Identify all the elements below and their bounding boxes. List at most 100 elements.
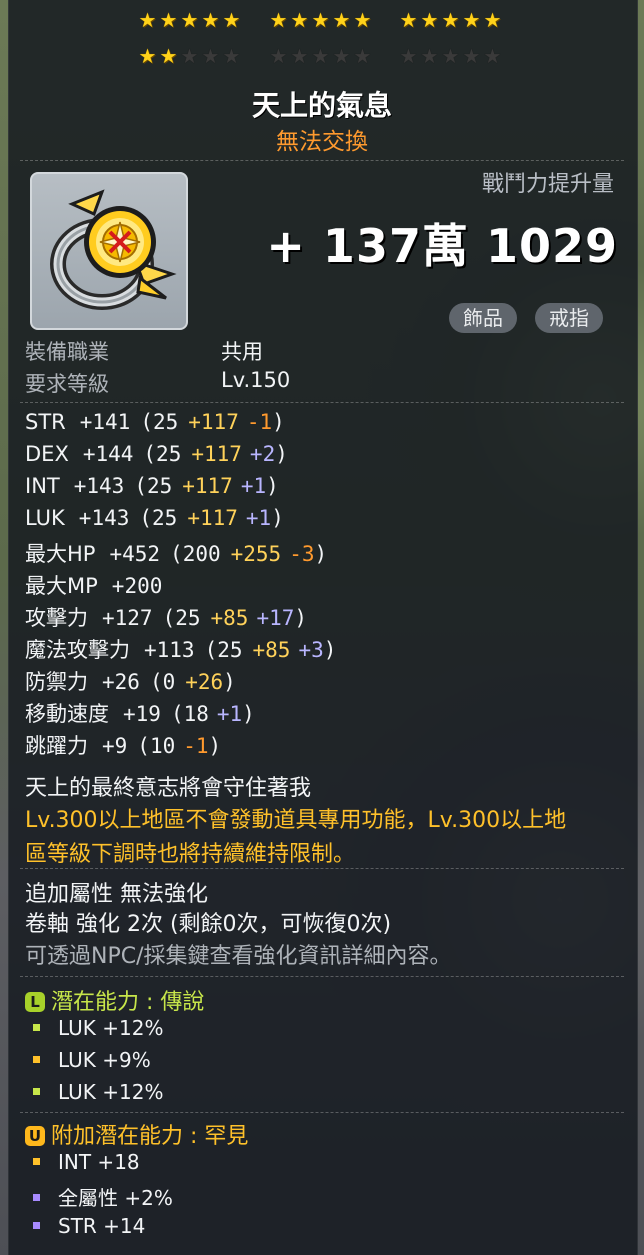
- stat-base: (18: [170, 702, 209, 726]
- potential-line-text: LUK +9%: [58, 1048, 151, 1072]
- potential-line: LUK +9%: [25, 1048, 151, 1072]
- potential-line: LUK +12%: [25, 1016, 163, 1040]
- star-filled-icon: ★: [222, 8, 241, 32]
- star-filled-icon: ★: [483, 8, 502, 32]
- stat-total: +141: [79, 410, 131, 434]
- star-filled-icon: ★: [441, 8, 460, 32]
- stat-total: +9: [102, 734, 128, 758]
- potential-line: STR +14: [25, 1214, 145, 1238]
- ring-icon: [50, 189, 177, 310]
- stat-bonus: +26: [185, 670, 224, 694]
- stat-modifier: +1: [245, 506, 272, 530]
- stat-name: 魔法攻擊力: [25, 638, 130, 662]
- warning-text-line1: Lv.300以上地區不會發動道具專用功能，Lv.300以上地: [25, 808, 567, 833]
- additional-potential-title: 附加潛在能力 : 罕見: [51, 1124, 249, 1149]
- stat-total: +143: [78, 506, 130, 530]
- stat-total: +200: [111, 574, 163, 598]
- stat-close-paren: ): [272, 410, 285, 434]
- potential-line: INT +18: [25, 1150, 140, 1174]
- stat-modifier: +1: [240, 474, 267, 498]
- bullet-icon: [33, 1056, 40, 1063]
- enhance-hint: 可透過NPC/採集鍵查看強化資訊詳細內容。: [25, 944, 452, 969]
- bullet-icon: [33, 1024, 40, 1031]
- stat-modifier: -1: [183, 734, 209, 758]
- stat-total: +113: [144, 638, 195, 662]
- combat-power-value: + 137萬 1029: [266, 219, 618, 273]
- potential-title: 潛在能力 : 傳說: [51, 990, 205, 1015]
- req-level-label: 要求等級: [25, 372, 109, 396]
- stat-close-paren: ): [323, 638, 337, 662]
- stat-close-paren: ): [242, 702, 255, 726]
- bullet-icon: [33, 1088, 40, 1095]
- stat-row: INT +143 (25 +117 +1): [25, 474, 279, 498]
- warning-text-line2: 區等級下調時也將持續維持限制。: [25, 842, 356, 867]
- stat-bonus: +117: [191, 442, 242, 466]
- stat-bonus: +117: [187, 506, 238, 530]
- stat-close-paren: ): [271, 506, 284, 530]
- stat-close-paren: ): [294, 606, 308, 630]
- stat-total: +144: [82, 442, 134, 466]
- stat-close-paren: ): [314, 542, 328, 566]
- star-empty-icon: ★: [420, 44, 439, 68]
- star-empty-icon: ★: [201, 44, 220, 68]
- stat-base: (200: [170, 542, 221, 566]
- stat-name: LUK: [25, 506, 65, 530]
- stat-modifier: +2: [249, 442, 276, 466]
- tag-ring: 戒指: [535, 303, 603, 333]
- stat-bonus: +117: [188, 410, 239, 434]
- req-level: 要求等級 Lv.150: [25, 368, 290, 398]
- star-force-row-1: ★ ★ ★ ★ ★ ★ ★ ★ ★ ★ ★ ★ ★ ★ ★: [0, 10, 644, 38]
- divider: [20, 976, 624, 977]
- star-empty-icon: ★: [269, 44, 288, 68]
- legendary-icon: L: [25, 992, 45, 1012]
- stat-close-paren: ): [208, 734, 222, 758]
- stat-row: LUK +143 (25 +117 +1): [25, 506, 284, 530]
- star-empty-icon: ★: [399, 44, 418, 68]
- stat-name: 防禦力: [25, 670, 88, 694]
- potential-line-text: STR +14: [58, 1214, 146, 1238]
- stat-base: (25: [204, 638, 243, 662]
- divider: [20, 868, 624, 869]
- stat-row: 魔法攻擊力 +113 (25 +85 +3): [25, 634, 336, 664]
- star-filled-icon: ★: [159, 44, 178, 68]
- stat-modifier: +17: [256, 606, 295, 630]
- potential-header: L 潛在能力 : 傳說: [25, 984, 204, 1016]
- stat-base: (25: [134, 474, 173, 498]
- potential-line: LUK +12%: [25, 1080, 163, 1104]
- stat-name: 攻擊力: [25, 606, 88, 630]
- star-filled-icon: ★: [399, 8, 418, 32]
- divider: [20, 402, 624, 403]
- stat-name: DEX: [25, 442, 69, 466]
- star-empty-icon: ★: [441, 44, 460, 68]
- stat-total: +452: [109, 542, 161, 566]
- trade-status: 無法交換: [276, 129, 368, 155]
- stat-name: STR: [25, 410, 66, 434]
- potential-line: 全屬性 +2%: [25, 1182, 173, 1211]
- stat-modifier: -3: [289, 542, 315, 566]
- stat-row: DEX +144 (25 +117 +2): [25, 442, 288, 466]
- stat-row: 跳躍力 +9 (10 -1): [25, 730, 221, 760]
- item-icon-frame[interactable]: [30, 172, 188, 330]
- star-empty-icon: ★: [353, 44, 372, 68]
- star-force-row-2: ★ ★ ★ ★ ★ ★ ★ ★ ★ ★ ★ ★ ★ ★ ★: [0, 46, 644, 74]
- potential-line-text: LUK +12%: [58, 1016, 164, 1040]
- req-job: 裝備職業 共用: [25, 336, 263, 366]
- stat-bonus: +85: [210, 606, 249, 630]
- stat-name: INT: [25, 474, 60, 498]
- potential-line-text: 全屬性 +2%: [58, 1186, 173, 1210]
- stat-close-paren: ): [275, 442, 288, 466]
- stat-name: 移動速度: [25, 702, 109, 726]
- stat-base: (25: [139, 506, 178, 530]
- divider: [20, 1112, 624, 1113]
- unique-icon: U: [25, 1126, 45, 1146]
- stat-base: (25: [140, 410, 179, 434]
- stat-row: 最大MP +200: [25, 570, 162, 600]
- stat-name: 最大HP: [25, 542, 96, 566]
- stat-row: 最大HP +452 (200 +255 -3): [25, 538, 327, 568]
- star-filled-icon: ★: [138, 44, 157, 68]
- star-filled-icon: ★: [332, 8, 351, 32]
- bullet-icon: [33, 1222, 40, 1229]
- req-level-value: Lv.150: [221, 368, 291, 392]
- star-filled-icon: ★: [462, 8, 481, 32]
- stat-base: (25: [162, 606, 201, 630]
